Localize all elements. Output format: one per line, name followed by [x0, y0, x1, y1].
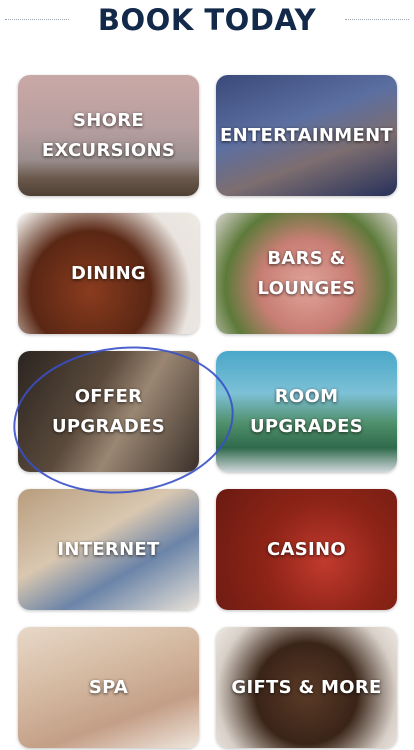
tile-label: INTERNET [57, 538, 160, 560]
booking-grid: SHORE EXCURSIONS ENTERTAINMENT DINING BA… [0, 0, 414, 750]
tile-label: OFFER UPGRADES [52, 385, 165, 437]
tile-label: DINING [70, 262, 147, 284]
tile-label: ENTERTAINMENT [220, 124, 394, 146]
tile-room-upgrades[interactable]: ROOM UPGRADES [216, 351, 397, 472]
tile-spa[interactable]: SPA [18, 627, 199, 748]
tile-shore-excursions[interactable]: SHORE EXCURSIONS [18, 75, 199, 196]
tile-gifts-more[interactable]: GIFTS & MORE [216, 627, 397, 748]
tile-dining[interactable]: DINING [18, 213, 199, 334]
tile-bars-lounges[interactable]: BARS & LOUNGES [216, 213, 397, 334]
tile-label: GIFTS & MORE [231, 676, 382, 698]
tile-label: SPA [88, 676, 129, 698]
tile-internet[interactable]: INTERNET [18, 489, 199, 610]
tile-offer-upgrades[interactable]: OFFER UPGRADES [18, 351, 199, 472]
tile-label: SHORE EXCURSIONS [41, 109, 176, 161]
tile-label: CASINO [267, 538, 346, 560]
tile-label: BARS & LOUNGES [257, 247, 356, 299]
tile-entertainment[interactable]: ENTERTAINMENT [216, 75, 397, 196]
tile-casino[interactable]: CASINO [216, 489, 397, 610]
tile-label: ROOM UPGRADES [250, 385, 363, 437]
